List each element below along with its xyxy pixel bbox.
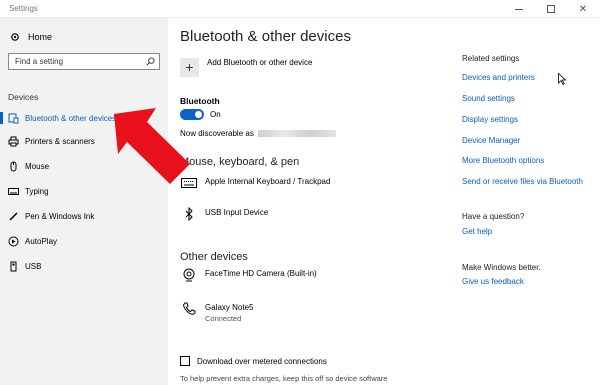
discoverable-text: Now discoverable as [180, 129, 336, 138]
mouse-keyboard-heading: Mouse, keyboard, & pen [180, 156, 300, 168]
sidebar-item-label: Printers & scanners [25, 136, 95, 146]
sidebar-item-label: Bluetooth & other devices [25, 113, 117, 123]
title-bar: Settings ✕ [0, 0, 600, 18]
sidebar-item-usb[interactable]: USB [0, 255, 168, 277]
red-arrow-icon [114, 108, 190, 184]
sidebar-item-label: Pen & Windows Ink [25, 211, 95, 221]
metered-help-text: To help prevent extra charges, keep this… [180, 374, 388, 383]
sidebar-item-label: USB [25, 261, 42, 271]
add-device-button[interactable]: + Add Bluetooth or other device [180, 54, 400, 80]
close-icon: ✕ [578, 3, 588, 15]
device-status: Connected [205, 314, 242, 323]
mouse-icon [8, 161, 19, 172]
metered-label: Download over metered connections [197, 356, 327, 366]
sidebar-item-autoplay[interactable]: AutoPlay [0, 230, 168, 252]
add-device-label: Add Bluetooth or other device [207, 57, 313, 67]
keyboard-icon [8, 186, 19, 197]
toggle-knob [195, 111, 202, 118]
bluetooth-devices-icon [8, 113, 19, 124]
cursor-icon [558, 73, 566, 85]
device-name: USB Input Device [205, 208, 269, 217]
link-give-feedback[interactable]: Give us feedback [462, 277, 524, 286]
close-button[interactable]: ✕ [568, 0, 598, 18]
link-get-help[interactable]: Get help [462, 227, 492, 236]
link-send-receive-files[interactable]: Send or receive files via Bluetooth [462, 177, 583, 186]
home-nav-item[interactable]: Home [10, 32, 52, 42]
sidebar-item-label: AutoPlay [25, 236, 58, 246]
search-placeholder: Find a setting [15, 57, 64, 66]
related-settings-heading: Related settings [462, 54, 520, 63]
minimize-button[interactable] [504, 0, 534, 18]
home-label: Home [28, 32, 53, 42]
question-heading: Have a question? [462, 212, 525, 221]
sidebar-item-pen[interactable]: Pen & Windows Ink [0, 205, 168, 227]
sidebar-item-label: Typing [25, 186, 49, 196]
better-heading: Make Windows better. [462, 263, 541, 272]
toggle-state: On [210, 110, 221, 119]
device-item[interactable]: USB Input Device [180, 207, 268, 221]
minimize-icon [515, 8, 523, 10]
link-more-bluetooth[interactable]: More Bluetooth options [462, 156, 544, 165]
page-title: Bluetooth & other devices [180, 28, 351, 45]
maximize-icon [547, 5, 555, 13]
metered-checkbox[interactable] [180, 356, 190, 366]
search-input[interactable]: Find a setting [8, 53, 160, 70]
other-devices-heading: Other devices [180, 251, 248, 263]
redacted-device-name [257, 130, 336, 138]
printer-icon [8, 136, 19, 147]
link-display-settings[interactable]: Display settings [462, 115, 518, 124]
pen-icon [8, 211, 19, 222]
gear-icon [11, 33, 19, 41]
device-name: Galaxy Note5 [205, 303, 254, 312]
device-item[interactable]: Galaxy Note5 Connected [180, 302, 253, 324]
webcam-icon [180, 268, 198, 282]
autoplay-icon [8, 236, 19, 247]
link-devices-printers[interactable]: Devices and printers [462, 73, 535, 82]
device-item[interactable]: Apple Internal Keyboard / Trackpad [180, 176, 330, 190]
usb-icon [8, 261, 19, 272]
bluetooth-heading: Bluetooth [180, 96, 220, 106]
bluetooth-icon [180, 207, 198, 221]
device-item[interactable]: FaceTime HD Camera (Built-in) [180, 268, 317, 282]
device-name: FaceTime HD Camera (Built-in) [205, 269, 317, 278]
maximize-button[interactable] [536, 0, 566, 18]
plus-icon: + [180, 57, 199, 77]
section-label: Devices [8, 92, 39, 102]
sidebar: Home Find a setting Devices Bluetooth & … [0, 18, 168, 385]
link-device-manager[interactable]: Device Manager [462, 136, 520, 145]
phone-icon [180, 302, 198, 316]
sidebar-item-label: Mouse [25, 161, 50, 171]
link-sound-settings[interactable]: Sound settings [462, 94, 515, 103]
metered-checkbox-row[interactable]: Download over metered connections [180, 356, 327, 366]
window-title: Settings [9, 4, 38, 13]
search-icon [146, 57, 155, 66]
device-name: Apple Internal Keyboard / Trackpad [205, 177, 331, 186]
